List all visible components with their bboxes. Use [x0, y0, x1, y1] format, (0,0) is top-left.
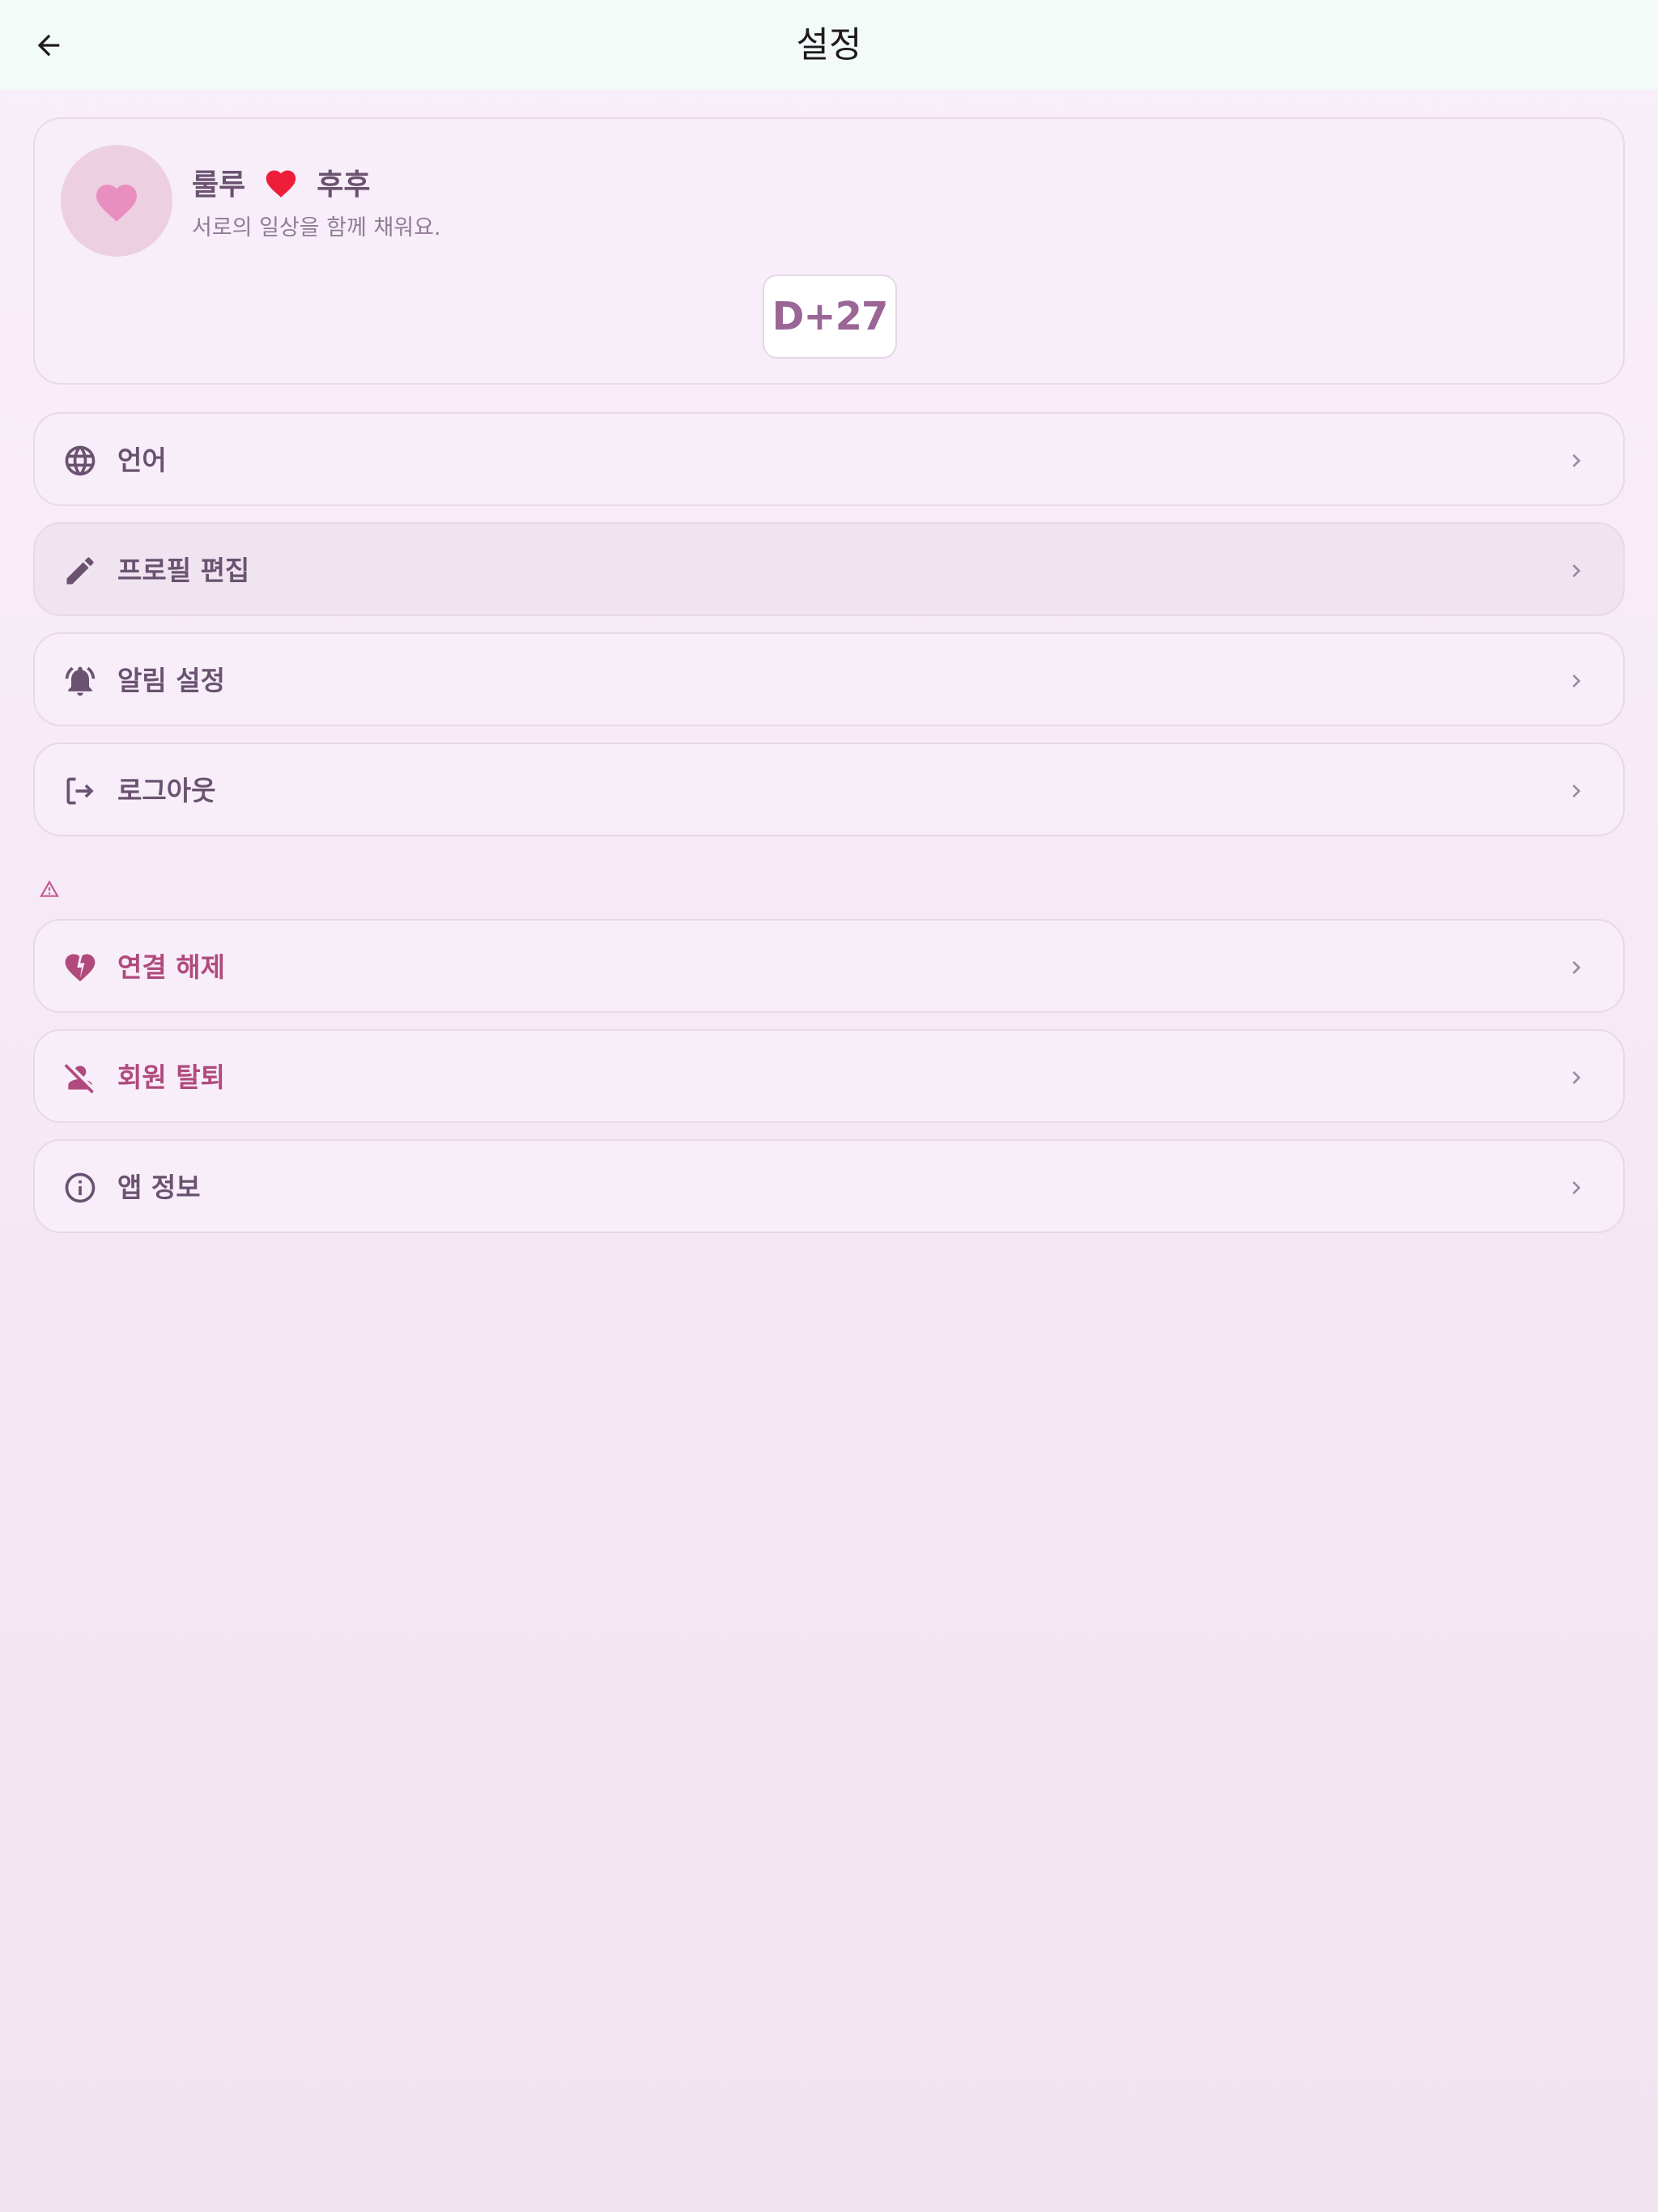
page-title: 설정 [796, 24, 862, 66]
menu-item-edit-profile[interactable]: 프로필 편집 [33, 522, 1625, 616]
couple-profile-card: 룰루 후후 서로의 일상을 함께 채워요. D+27 [33, 117, 1625, 385]
chevron-right-icon [1560, 951, 1592, 984]
menu-item-disconnect[interactable]: 연결 해제 [33, 919, 1625, 1013]
menu-item-notification-settings[interactable]: 알림 설정 [33, 632, 1625, 726]
menu-item-delete-account[interactable]: 회원 탈퇴 [33, 1029, 1625, 1123]
menu-item-logout[interactable]: 로그아웃 [33, 742, 1625, 836]
heart-icon [96, 185, 137, 222]
menu-item-language[interactable]: 언어 [33, 412, 1625, 506]
profile-subtitle: 서로의 일상을 함께 채워요. [192, 215, 441, 240]
partner-name-right: 후후 [317, 168, 371, 202]
red-heart-icon [266, 170, 296, 198]
menu-item-app-info[interactable]: 앱 정보 [33, 1139, 1625, 1233]
chevron-right-icon [1560, 775, 1592, 807]
chevron-right-icon [1560, 555, 1592, 587]
couple-names: 룰루 후후 [192, 161, 371, 203]
chevron-right-icon [1560, 1172, 1592, 1204]
chevron-right-icon [1560, 665, 1592, 697]
person-off-icon [61, 1058, 100, 1097]
warning-icon [40, 880, 59, 897]
menu-label: 연결 해제 [117, 951, 225, 983]
logout-icon [61, 772, 100, 810]
avatar [61, 145, 172, 257]
chevron-right-icon [1560, 1061, 1592, 1094]
menu-label: 회원 탈퇴 [117, 1061, 225, 1093]
menu-label: 알림 설정 [117, 665, 225, 696]
menu-label: 언어 [117, 445, 167, 476]
bell-ringing-icon [61, 661, 100, 700]
info-icon [61, 1168, 100, 1207]
app-bar: 설정 [0, 0, 1658, 90]
broken-heart-icon [61, 948, 100, 987]
partner-name-left: 룰루 [192, 168, 246, 202]
menu-label: 프로필 편집 [117, 555, 250, 586]
chevron-right-icon [1560, 445, 1592, 477]
globe-icon [61, 441, 100, 480]
dday-badge: D+27 [763, 274, 897, 359]
menu-label: 로그아웃 [117, 775, 216, 806]
pencil-icon [61, 551, 100, 590]
menu-label: 앱 정보 [117, 1172, 201, 1203]
